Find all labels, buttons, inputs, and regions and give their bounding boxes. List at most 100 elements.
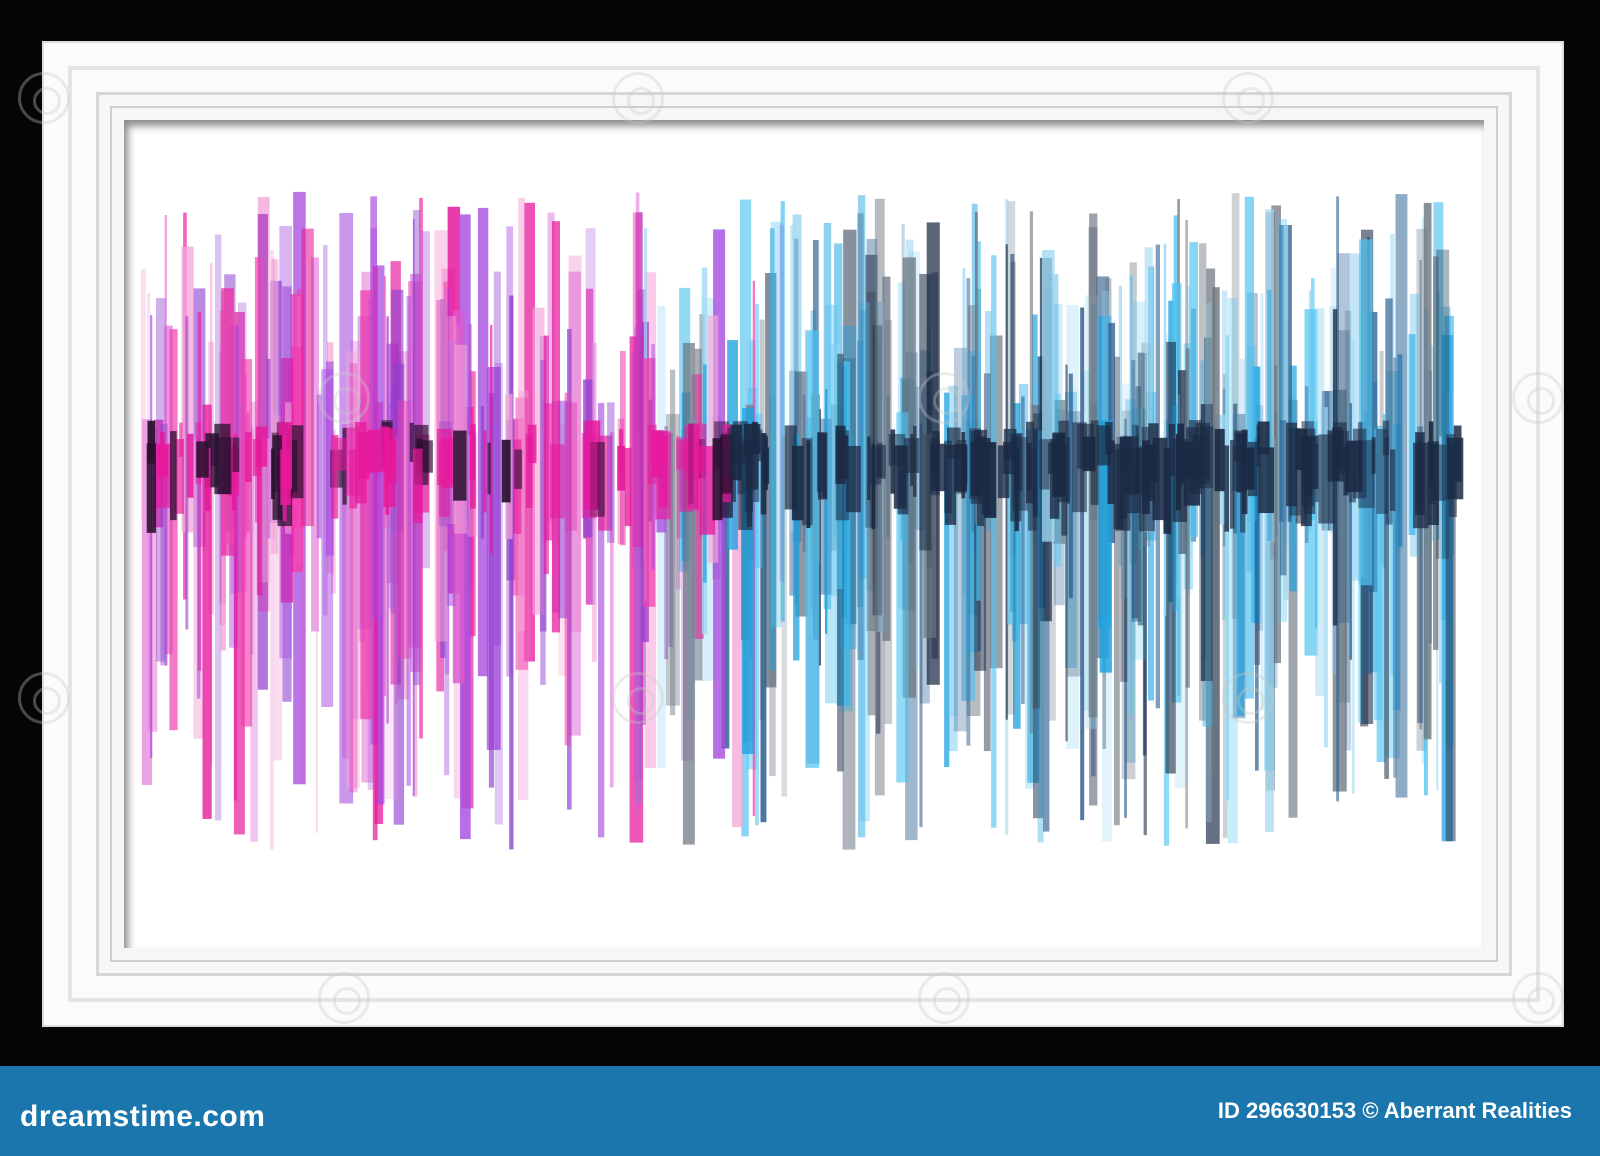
waveform-bar [991, 255, 997, 828]
waveform-core-bar [1175, 434, 1181, 511]
waveform-bar [316, 394, 322, 539]
waveform-bar [543, 335, 549, 575]
waveform-core-bar [1230, 439, 1235, 529]
waveform-bar [150, 315, 153, 758]
waveform-core-bar [437, 428, 453, 485]
waveform-bar [607, 402, 615, 543]
waveform-bar [406, 296, 411, 786]
waveform-core-bar [1082, 436, 1096, 472]
waveform-core-bar [349, 449, 358, 509]
waveform-core-bar [1390, 449, 1396, 511]
waveform-bar [376, 265, 385, 805]
waveform-core-bar [187, 433, 194, 498]
waveform-bar [509, 295, 514, 850]
waveform-core-bar [1332, 427, 1343, 469]
waveform-bar [1227, 298, 1238, 844]
waveform-core-bar [214, 423, 231, 495]
waveform-core-bar [1066, 437, 1070, 504]
waveform-core-bar [1415, 432, 1425, 515]
watermark-logo-icon [918, 972, 970, 1024]
brand-logo-text[interactable]: dreamstime.com [20, 1100, 265, 1134]
waveform-core-bar [514, 449, 523, 489]
waveform-bar [169, 329, 178, 731]
waveform-bar [146, 293, 151, 776]
waveform-bar [214, 234, 222, 821]
watermark-logo-icon [612, 72, 664, 124]
waveform-core-bar [1027, 442, 1032, 491]
waveform-core-bar [1113, 443, 1124, 529]
waveform-core-bar [1003, 428, 1017, 460]
waveform-bar [270, 250, 274, 850]
watermark-logo-icon [1512, 372, 1564, 424]
waveform-core-bar [245, 432, 252, 483]
waveform-bar [770, 221, 782, 628]
waveform-core-bar [412, 448, 423, 523]
waveform-bar [241, 359, 253, 727]
waveform-core-bar [232, 437, 240, 472]
waveform-bar [857, 213, 864, 660]
waveform-core-bar [179, 422, 183, 457]
waveform-core-bar [737, 439, 745, 495]
waveform-core-bar [1376, 428, 1388, 514]
waveform-bar [1205, 303, 1212, 822]
waveform-core-bar [1199, 426, 1214, 489]
waveform-core-bar [1182, 441, 1194, 477]
waveform-bar [825, 389, 828, 634]
waveform-core-bar [1247, 441, 1258, 497]
photo-stage [0, 0, 1600, 1066]
image-credit: ID 296630153 © Aberrant Realities [1217, 1098, 1572, 1123]
watermark-logo-icon [18, 672, 70, 724]
waveform-bar [140, 268, 146, 522]
waveform-bar [221, 288, 234, 556]
waveform-core-bar [746, 445, 752, 527]
waveform-bar [551, 221, 560, 633]
waveform-core-bar [1123, 436, 1139, 495]
waveform-core-bar [1039, 439, 1050, 490]
waveform-core-bar [526, 434, 533, 508]
waveform-core-bar [252, 439, 262, 476]
waveform-core-bar [379, 426, 390, 472]
waveform-core-bar [1061, 445, 1068, 536]
watermark-logo-icon [1222, 72, 1274, 124]
waveform-core-bar [1032, 428, 1038, 517]
waveform-core-bar [784, 425, 797, 510]
waveform-core-bar [581, 433, 597, 519]
waveform-core-bar [170, 431, 177, 521]
waveform-core-bar [650, 430, 668, 465]
waveform-core-bar [846, 445, 861, 513]
waveform-core-bar [981, 438, 991, 514]
waveform-bar [874, 198, 885, 796]
waveform-core-bar [1214, 428, 1225, 492]
waveform-core-bar [762, 447, 770, 485]
waveform-bar [1185, 219, 1188, 829]
waveform-core-bar [1224, 445, 1230, 532]
waveform-core-bar [157, 445, 169, 477]
waveform-core-bar [334, 437, 348, 471]
waveform-bar [490, 324, 493, 555]
waveform-core-bar [1234, 430, 1248, 462]
watermark-logo-icon [18, 72, 70, 124]
waveform-core-bar [944, 445, 957, 525]
waveform-core-bar [501, 439, 511, 503]
waveform-core-bar [367, 429, 381, 473]
waveform-bar [1351, 340, 1355, 794]
waveform-core-bar [453, 430, 467, 501]
waveform-core-bar [470, 424, 476, 509]
waveform-bar [1395, 194, 1408, 798]
waveform-core-bar [1428, 421, 1434, 486]
waveform-core-bar [146, 443, 156, 533]
waveform-bar [632, 212, 643, 548]
waveform-core-bar [744, 423, 761, 455]
waveform-core-bar [1142, 440, 1150, 515]
waveform-bar [805, 330, 820, 768]
waveform-core-bar [869, 447, 882, 485]
watermark-logo-icon [612, 672, 664, 724]
waveform-core-bar [701, 423, 707, 471]
waveform-core-bar [1096, 425, 1111, 466]
waveform-core-bar [1295, 428, 1308, 470]
waveform-bar [1344, 310, 1352, 751]
waveform-bar [1279, 420, 1287, 576]
waveform-core-bar [624, 447, 632, 527]
waveform-core-bar [930, 437, 940, 496]
waveform-artwork [140, 191, 1464, 850]
